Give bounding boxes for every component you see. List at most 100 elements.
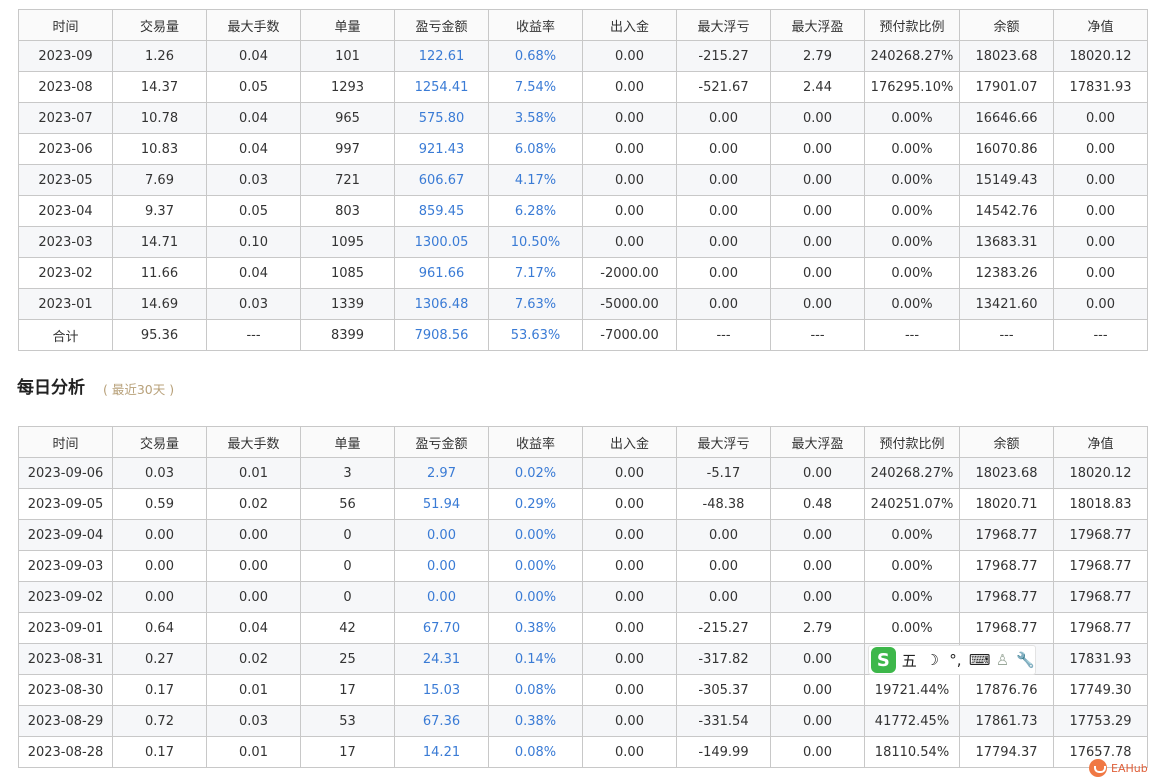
cell-return-rate[interactable]: 0.68% xyxy=(488,40,583,72)
cell-equity: 0.00 xyxy=(1053,226,1148,258)
cell-max-floating-loss: 0.00 xyxy=(676,581,771,613)
cell-orders: 0 xyxy=(300,550,395,582)
cell-max-floating-loss: 0.00 xyxy=(676,133,771,165)
cell-profit[interactable]: 961.66 xyxy=(394,257,489,289)
cell-return-rate[interactable]: 6.08% xyxy=(488,133,583,165)
cell-profit[interactable]: 1254.41 xyxy=(394,71,489,103)
table-row: 2023-07 10.78 0.04 965 575.80 3.58% 0.00 0.00 0.… xyxy=(18,102,1148,134)
cell-return-rate[interactable]: 0.38% xyxy=(488,612,583,644)
cell-balance: 12383.26 xyxy=(959,257,1054,289)
cell-return-rate[interactable]: 0.00% xyxy=(488,581,583,613)
cell-return-rate[interactable]: 0.08% xyxy=(488,674,583,706)
cell-profit[interactable]: 7908.56 xyxy=(394,319,489,351)
cell-time: 2023-09 xyxy=(18,40,113,72)
cell-volume: 0.17 xyxy=(112,736,207,768)
cell-return-rate[interactable]: 0.14% xyxy=(488,643,583,675)
ime-toolbar[interactable]: S 五 ☽ °, ⌨ ♙ 🔧 xyxy=(868,645,1036,675)
cell-profit[interactable]: 606.67 xyxy=(394,164,489,196)
cell-time: 2023-08-29 xyxy=(18,705,113,737)
column-header-deposit-withdrawal: 出入金 xyxy=(582,9,677,41)
cell-return-rate[interactable]: 7.54% xyxy=(488,71,583,103)
cell-balance: 17968.77 xyxy=(959,519,1054,551)
cell-deposit-withdrawal: -7000.00 xyxy=(582,319,677,351)
moon-icon[interactable]: ☽ xyxy=(923,651,942,669)
cell-profit[interactable]: 67.36 xyxy=(394,705,489,737)
column-header-deposit-withdrawal: 出入金 xyxy=(582,426,677,458)
cell-balance: 16070.86 xyxy=(959,133,1054,165)
cell-profit[interactable]: 0.00 xyxy=(394,581,489,613)
table-row: 2023-06 10.83 0.04 997 921.43 6.08% 0.00 0.00 0.… xyxy=(18,133,1148,165)
table-header-row: 时间 交易量 最大手数 单量 盈亏金额 收益率 出入金 最大浮亏 最大浮盈 预付款比例 余额 净值 xyxy=(18,426,1148,458)
cell-return-rate[interactable]: 3.58% xyxy=(488,102,583,134)
cell-equity: 18020.12 xyxy=(1053,457,1148,489)
cell-volume: 95.36 xyxy=(112,319,207,351)
cell-balance: 18023.68 xyxy=(959,40,1054,72)
cell-equity: 0.00 xyxy=(1053,164,1148,196)
cell-max-floating-profit: 0.48 xyxy=(770,488,865,520)
cell-max-floating-profit: 0.00 xyxy=(770,102,865,134)
cell-time: 2023-09-01 xyxy=(18,612,113,644)
cell-return-rate[interactable]: 0.00% xyxy=(488,519,583,551)
cell-time: 2023-05 xyxy=(18,164,113,196)
cell-deposit-withdrawal: 0.00 xyxy=(582,133,677,165)
wrench-icon[interactable]: 🔧 xyxy=(1016,651,1035,669)
cell-profit[interactable]: 24.31 xyxy=(394,643,489,675)
cell-profit[interactable]: 14.21 xyxy=(394,736,489,768)
user-icon[interactable]: ♙ xyxy=(993,651,1012,669)
cell-time: 2023-08-28 xyxy=(18,736,113,768)
cell-return-rate[interactable]: 0.00% xyxy=(488,550,583,582)
cell-max-lots: 0.01 xyxy=(206,457,301,489)
cell-return-rate[interactable]: 0.29% xyxy=(488,488,583,520)
watermark-text: EAHub xyxy=(1111,761,1148,775)
punctuation-icon[interactable]: °, xyxy=(946,651,965,669)
cell-return-rate[interactable]: 0.38% xyxy=(488,705,583,737)
cell-return-rate[interactable]: 0.02% xyxy=(488,457,583,489)
cell-return-rate[interactable]: 4.17% xyxy=(488,164,583,196)
table-row: 2023-08 14.37 0.05 1293 1254.41 7.54% 0.00 -521… xyxy=(18,71,1148,103)
eahub-logo-icon xyxy=(1089,759,1107,777)
cell-equity: 17831.93 xyxy=(1053,71,1148,103)
cell-return-rate[interactable]: 7.63% xyxy=(488,288,583,320)
wubi-mode-icon[interactable]: 五 xyxy=(900,650,919,671)
cell-deposit-withdrawal: -2000.00 xyxy=(582,257,677,289)
column-header-max-floating-loss: 最大浮亏 xyxy=(676,9,771,41)
cell-equity: 18018.83 xyxy=(1053,488,1148,520)
cell-profit[interactable]: 1300.05 xyxy=(394,226,489,258)
keyboard-icon[interactable]: ⌨ xyxy=(969,651,991,669)
cell-deposit-withdrawal: 0.00 xyxy=(582,550,677,582)
cell-profit[interactable]: 921.43 xyxy=(394,133,489,165)
cell-time: 2023-09-03 xyxy=(18,550,113,582)
cell-return-rate[interactable]: 53.63% xyxy=(488,319,583,351)
cell-profit[interactable]: 15.03 xyxy=(394,674,489,706)
cell-max-floating-loss: -317.82 xyxy=(676,643,771,675)
cell-return-rate[interactable]: 6.28% xyxy=(488,195,583,227)
cell-margin-ratio: 0.00% xyxy=(864,164,960,196)
cell-return-rate[interactable]: 10.50% xyxy=(488,226,583,258)
cell-profit[interactable]: 0.00 xyxy=(394,519,489,551)
cell-max-floating-profit: 2.79 xyxy=(770,40,865,72)
column-header-max-floating-profit: 最大浮盈 xyxy=(770,426,865,458)
cell-profit[interactable]: 1306.48 xyxy=(394,288,489,320)
cell-equity: 0.00 xyxy=(1053,195,1148,227)
cell-max-floating-loss: -5.17 xyxy=(676,457,771,489)
column-header-equity: 净值 xyxy=(1053,9,1148,41)
cell-profit[interactable]: 859.45 xyxy=(394,195,489,227)
table-row: 2023-08-29 0.72 0.03 53 67.36 0.38% 0.00 -331.5… xyxy=(18,705,1148,737)
cell-equity: 0.00 xyxy=(1053,288,1148,320)
cell-max-lots: 0.04 xyxy=(206,133,301,165)
cell-return-rate[interactable]: 7.17% xyxy=(488,257,583,289)
cell-profit[interactable]: 67.70 xyxy=(394,612,489,644)
ime-logo-icon[interactable]: S xyxy=(871,647,896,673)
cell-profit[interactable]: 575.80 xyxy=(394,102,489,134)
column-header-profit: 盈亏金额 xyxy=(394,9,489,41)
cell-profit[interactable]: 51.94 xyxy=(394,488,489,520)
cell-profit[interactable]: 122.61 xyxy=(394,40,489,72)
cell-profit[interactable]: 0.00 xyxy=(394,550,489,582)
cell-equity: 17968.77 xyxy=(1053,581,1148,613)
cell-return-rate[interactable]: 0.08% xyxy=(488,736,583,768)
cell-max-lots: 0.03 xyxy=(206,705,301,737)
column-header-balance: 余额 xyxy=(959,9,1054,41)
cell-time: 2023-08-30 xyxy=(18,674,113,706)
cell-max-floating-loss: 0.00 xyxy=(676,164,771,196)
cell-profit[interactable]: 2.97 xyxy=(394,457,489,489)
